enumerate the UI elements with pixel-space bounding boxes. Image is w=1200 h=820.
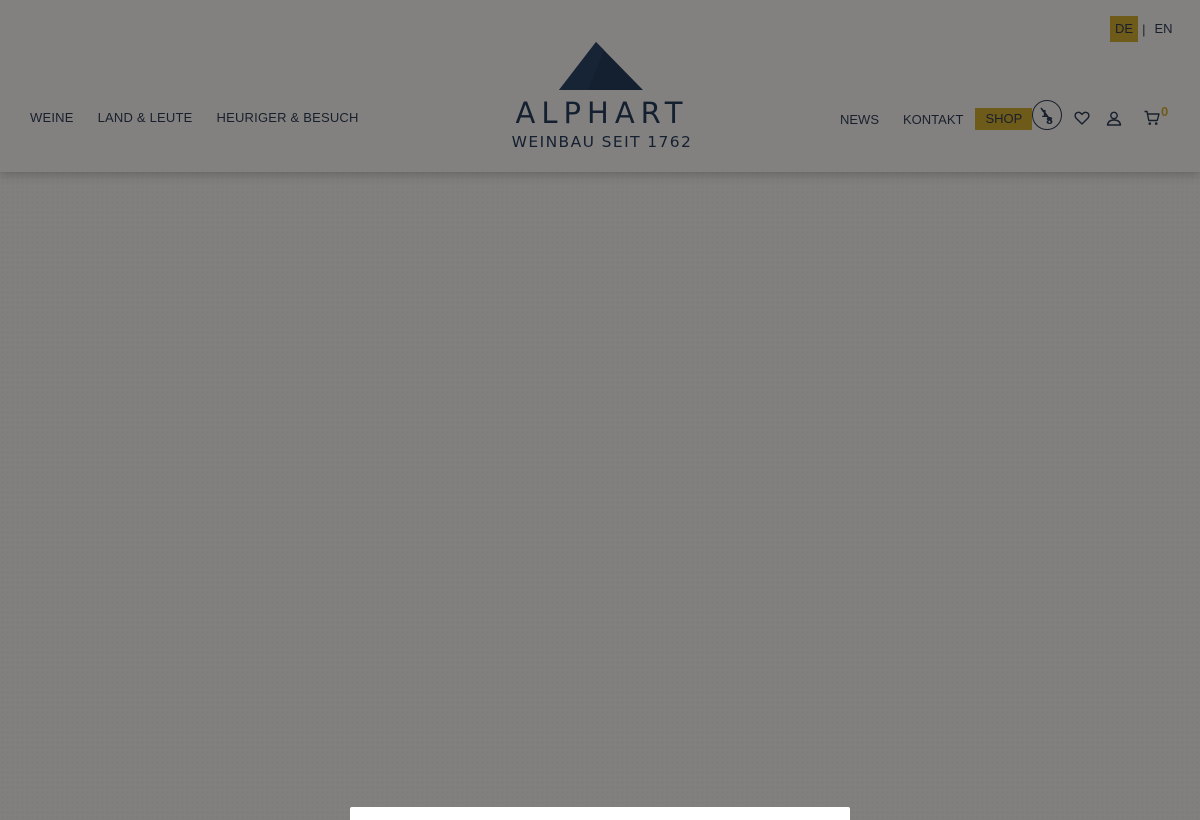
- modal-backdrop[interactable]: [0, 0, 1200, 820]
- modal-dialog: [350, 807, 850, 820]
